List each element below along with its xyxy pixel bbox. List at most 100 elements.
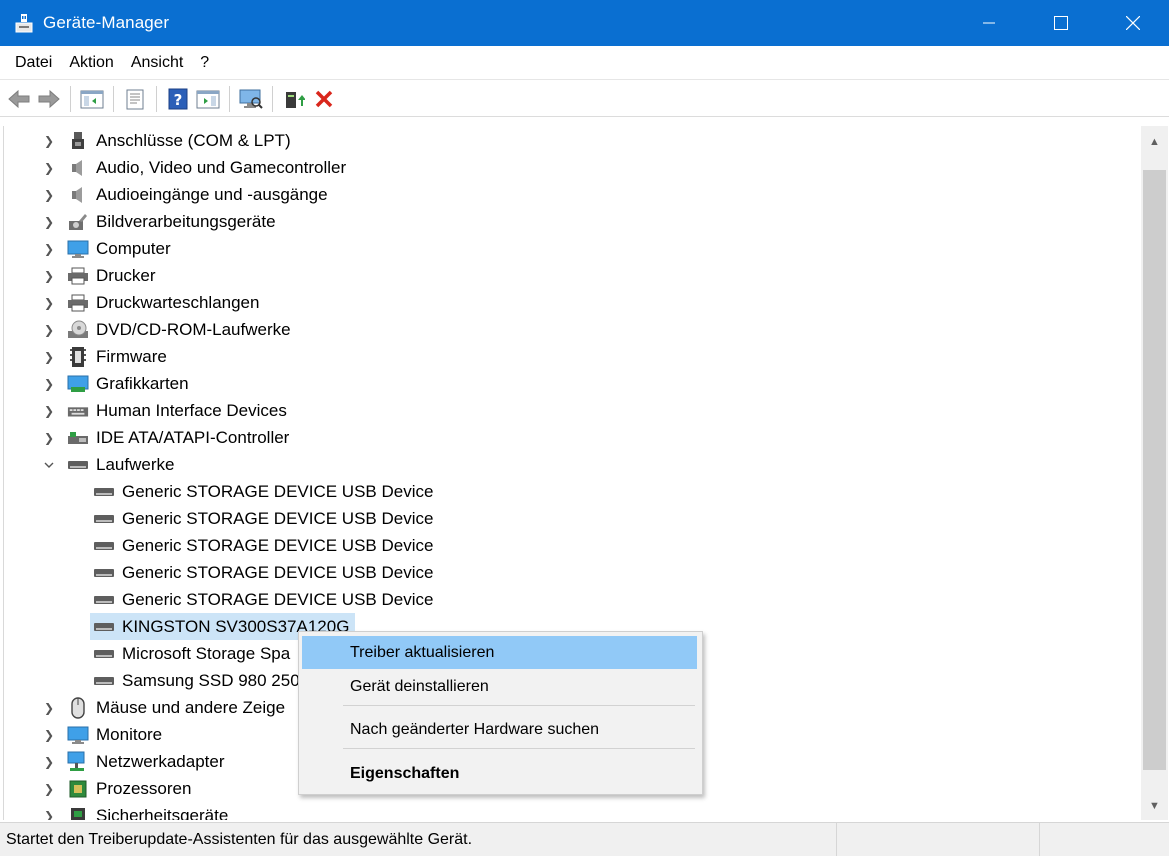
uninstall-device-button[interactable] bbox=[309, 84, 339, 114]
display-adapter-icon bbox=[67, 373, 89, 395]
tree-item-drives-expanded[interactable]: Laufwerke bbox=[42, 451, 174, 478]
tree-item-hid[interactable]: ❯ Human Interface Devices bbox=[42, 397, 287, 424]
forward-button[interactable] bbox=[34, 84, 64, 114]
toolbar: ? bbox=[0, 81, 1169, 117]
tree-item-label: Human Interface Devices bbox=[96, 400, 287, 420]
menu-datei[interactable]: Datei bbox=[0, 54, 64, 72]
drive-icon bbox=[93, 562, 115, 584]
chevron-down-icon: ▼ bbox=[1149, 800, 1160, 812]
help-button[interactable]: ? bbox=[163, 84, 193, 114]
scan-hardware-button[interactable] bbox=[236, 84, 266, 114]
svg-text:?: ? bbox=[174, 91, 183, 109]
back-button[interactable] bbox=[4, 84, 34, 114]
tree-item-label: Monitore bbox=[96, 724, 163, 744]
scroll-down-button[interactable]: ▼ bbox=[1141, 794, 1168, 818]
menu-aktion[interactable]: Aktion bbox=[64, 54, 125, 72]
status-text: Startet den Treiberupdate-Assistenten fü… bbox=[6, 830, 473, 848]
tree-item-audio-video[interactable]: ❯ Audio, Video und Gamecontroller bbox=[42, 154, 346, 181]
show-hide-console-tree-button[interactable] bbox=[77, 84, 107, 114]
scrollbar-thumb[interactable] bbox=[1143, 170, 1166, 770]
menu-item-properties[interactable]: Eigenschaften bbox=[302, 757, 697, 790]
menu-ansicht[interactable]: Ansicht bbox=[126, 54, 195, 72]
chevron-right-icon[interactable]: ❯ bbox=[42, 404, 56, 418]
chevron-right-icon[interactable]: ❯ bbox=[42, 188, 56, 202]
drive-icon bbox=[93, 670, 115, 692]
tree-item-print-queues[interactable]: ❯ Druckwarteschlangen bbox=[42, 289, 260, 316]
chip-icon bbox=[67, 346, 89, 368]
title-bar[interactable]: Geräte-Manager bbox=[0, 0, 1169, 46]
action-pane-button[interactable] bbox=[193, 84, 223, 114]
chevron-right-icon[interactable]: ❯ bbox=[42, 377, 56, 391]
drive-item-label: Generic STORAGE DEVICE USB Device bbox=[122, 535, 434, 555]
drive-item-label: Generic STORAGE DEVICE USB Device bbox=[122, 562, 434, 582]
drive-item[interactable]: Generic STORAGE DEVICE USB Device bbox=[93, 586, 433, 613]
chevron-right-icon[interactable]: ❯ bbox=[42, 782, 56, 796]
menu-item-uninstall-device[interactable]: Gerät deinstallieren bbox=[302, 670, 697, 703]
tree-item-mice[interactable]: ❯ Mäuse und andere Zeige bbox=[42, 694, 285, 721]
chevron-right-icon[interactable]: ❯ bbox=[42, 755, 56, 769]
chevron-right-icon[interactable]: ❯ bbox=[42, 296, 56, 310]
menu-item-update-driver[interactable]: Treiber aktualisieren bbox=[302, 636, 697, 669]
close-button[interactable] bbox=[1097, 0, 1169, 46]
menu-separator bbox=[343, 705, 695, 706]
chevron-right-icon[interactable]: ❯ bbox=[42, 431, 56, 445]
tree-item-label: Audio, Video und Gamecontroller bbox=[96, 157, 347, 177]
chevron-right-icon[interactable]: ❯ bbox=[42, 728, 56, 742]
drive-item-label: Generic STORAGE DEVICE USB Device bbox=[122, 589, 434, 609]
tree-item-graphics[interactable]: ❯ Grafikkarten bbox=[42, 370, 189, 397]
properties-button[interactable] bbox=[120, 84, 150, 114]
drive-item[interactable]: Generic STORAGE DEVICE USB Device bbox=[93, 532, 433, 559]
update-driver-icon bbox=[286, 91, 305, 108]
toolbar-separator bbox=[113, 85, 114, 112]
speaker-icon bbox=[67, 184, 89, 206]
tree-item-security[interactable]: ❯ Sicherheitsgeräte bbox=[42, 802, 228, 820]
drive-item[interactable]: Generic STORAGE DEVICE USB Device bbox=[93, 559, 433, 586]
chevron-down-icon[interactable] bbox=[42, 458, 56, 472]
keyboard-icon bbox=[67, 400, 89, 422]
maximize-icon bbox=[1054, 16, 1068, 30]
chevron-right-icon[interactable]: ❯ bbox=[42, 215, 56, 229]
tree-item-audio-io[interactable]: ❯ Audioeingänge und -ausgänge bbox=[42, 181, 328, 208]
menu-item-scan-hardware[interactable]: Nach geänderter Hardware suchen bbox=[302, 713, 697, 746]
chevron-right-icon[interactable]: ❯ bbox=[42, 350, 56, 364]
tree-item-label: DVD/CD-ROM-Laufwerke bbox=[96, 319, 291, 339]
maximize-button[interactable] bbox=[1025, 0, 1097, 46]
chevron-right-icon[interactable]: ❯ bbox=[42, 269, 56, 283]
chevron-right-icon[interactable]: ❯ bbox=[42, 242, 56, 256]
chevron-right-icon[interactable]: ❯ bbox=[42, 701, 56, 715]
tree-item-label: Computer bbox=[96, 238, 171, 258]
vertical-scrollbar[interactable]: ▲ ▼ bbox=[1141, 126, 1168, 820]
minimize-button[interactable] bbox=[953, 0, 1025, 46]
update-driver-button[interactable] bbox=[279, 84, 309, 114]
drive-item[interactable]: Generic STORAGE DEVICE USB Device bbox=[93, 478, 433, 505]
chevron-right-icon[interactable]: ❯ bbox=[42, 809, 56, 821]
tree-item-network[interactable]: ❯ Netzwerkadapter bbox=[42, 748, 225, 775]
network-adapter-icon bbox=[67, 751, 89, 773]
chevron-right-icon[interactable]: ❯ bbox=[42, 134, 56, 148]
device-manager-window: Geräte-Manager Datei Aktion Ansicht ? ? … bbox=[0, 0, 1169, 856]
toolbar-separator bbox=[272, 85, 273, 112]
drive-item-label: Microsoft Storage Spa bbox=[122, 643, 291, 663]
tree-item-monitors[interactable]: ❯ Monitore bbox=[42, 721, 162, 748]
security-device-icon bbox=[67, 805, 89, 820]
tree-item-computer[interactable]: ❯ Computer bbox=[42, 235, 171, 262]
scan-hardware-icon bbox=[239, 89, 263, 109]
toolbar-separator bbox=[156, 85, 157, 112]
printer-icon bbox=[67, 265, 89, 287]
chevron-right-icon[interactable]: ❯ bbox=[42, 161, 56, 175]
drive-item[interactable]: Microsoft Storage Spa bbox=[93, 640, 290, 667]
tree-item-imaging[interactable]: ❯ Bildverarbeitungsgeräte bbox=[42, 208, 276, 235]
tree-item-processors[interactable]: ❯ Prozessoren bbox=[42, 775, 191, 802]
chevron-right-icon[interactable]: ❯ bbox=[42, 323, 56, 337]
scroll-up-button[interactable]: ▲ bbox=[1141, 130, 1168, 154]
tree-item-dvd[interactable]: ❯ DVD/CD-ROM-Laufwerke bbox=[42, 316, 291, 343]
tree-item-firmware[interactable]: ❯ Firmware bbox=[42, 343, 167, 370]
drive-item[interactable]: Samsung SSD 980 250 bbox=[93, 667, 300, 694]
tree-item-label: Anschlüsse (COM & LPT) bbox=[96, 130, 291, 150]
tree-item-ide[interactable]: ❯ IDE ATA/ATAPI-Controller bbox=[42, 424, 289, 451]
chevron-up-icon: ▲ bbox=[1149, 136, 1160, 148]
drive-item[interactable]: Generic STORAGE DEVICE USB Device bbox=[93, 505, 433, 532]
menu-help[interactable]: ? bbox=[195, 54, 221, 72]
tree-item-printers[interactable]: ❯ Drucker bbox=[42, 262, 156, 289]
tree-item-ports[interactable]: ❯ Anschlüsse (COM & LPT) bbox=[42, 127, 291, 154]
